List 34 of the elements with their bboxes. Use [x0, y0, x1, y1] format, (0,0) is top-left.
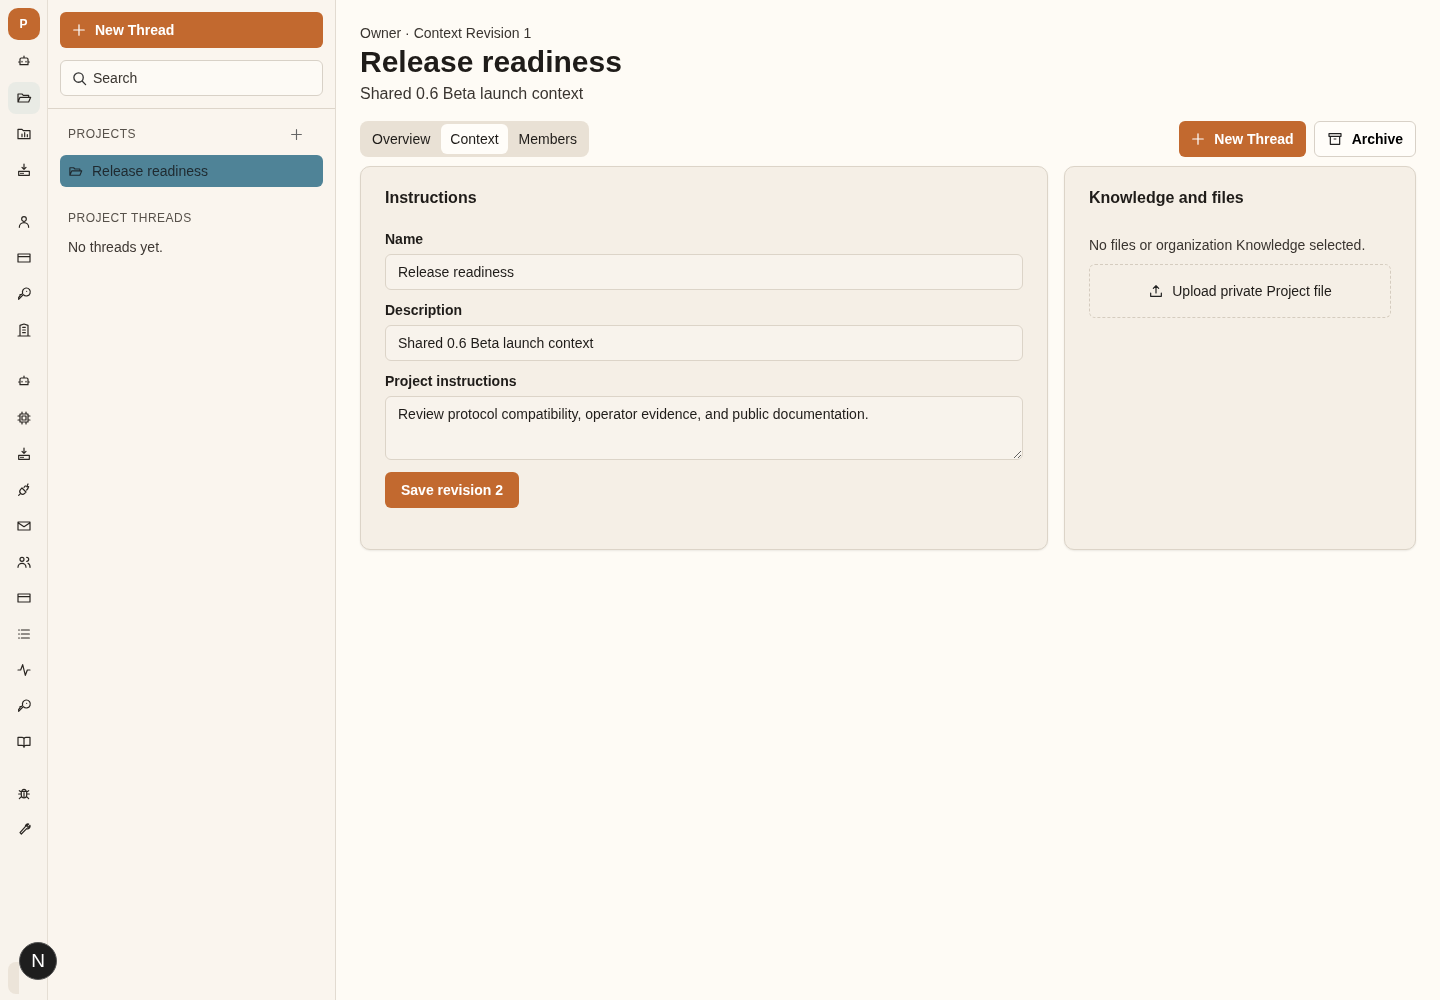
profile-tile[interactable] [8, 962, 19, 994]
project-item[interactable]: Release readiness [60, 155, 323, 187]
instructions-field[interactable]: Review protocol compatibility, operator evidence, and public documentation. [385, 396, 1023, 460]
plus-icon [1191, 132, 1206, 146]
upload-icon [1148, 283, 1165, 299]
upload-button[interactable]: Upload private Project file [1089, 264, 1391, 318]
field-label: Description [385, 302, 463, 318]
search-field[interactable]: Search [60, 60, 323, 96]
page-subtitle: Shared 0.6 Beta launch context [360, 85, 585, 103]
folder-icon[interactable] [7, 82, 40, 114]
tab[interactable]: Overview [363, 124, 440, 154]
card-title: Instructions [385, 189, 478, 207]
input-field[interactable]: Shared 0.6 Beta launch context [385, 325, 1023, 361]
add-project-icon[interactable] [290, 127, 303, 141]
input-field[interactable]: Release readiness [385, 254, 1023, 290]
breadcrumb: Owner · Context Revision 1 [360, 25, 533, 41]
page-title: Release readiness [360, 45, 623, 79]
save-button[interactable]: Save revision 2 [385, 472, 519, 508]
empty-message: No threads yet. [68, 239, 164, 255]
tab[interactable]: Context [441, 124, 508, 154]
archive-icon [1326, 131, 1343, 147]
field-label: Project instructions [385, 373, 518, 389]
section-heading: PROJECTS [68, 127, 136, 141]
section-heading: PROJECT THREADS [68, 211, 193, 225]
archive-button[interactable]: Archive [1313, 121, 1416, 157]
new-thread-button[interactable]: New Thread [1179, 121, 1306, 157]
new-thread-button[interactable]: New Thread [60, 12, 323, 48]
plus-icon [72, 23, 86, 37]
field-label: Name [385, 231, 425, 247]
workspace-avatar[interactable]: P [7, 8, 40, 40]
user-avatar[interactable]: N [19, 942, 57, 980]
empty-message: No files or organization Knowledge selected. [1089, 237, 1367, 253]
card-title: Knowledge and files [1089, 189, 1245, 207]
tab[interactable]: Members [509, 124, 586, 154]
